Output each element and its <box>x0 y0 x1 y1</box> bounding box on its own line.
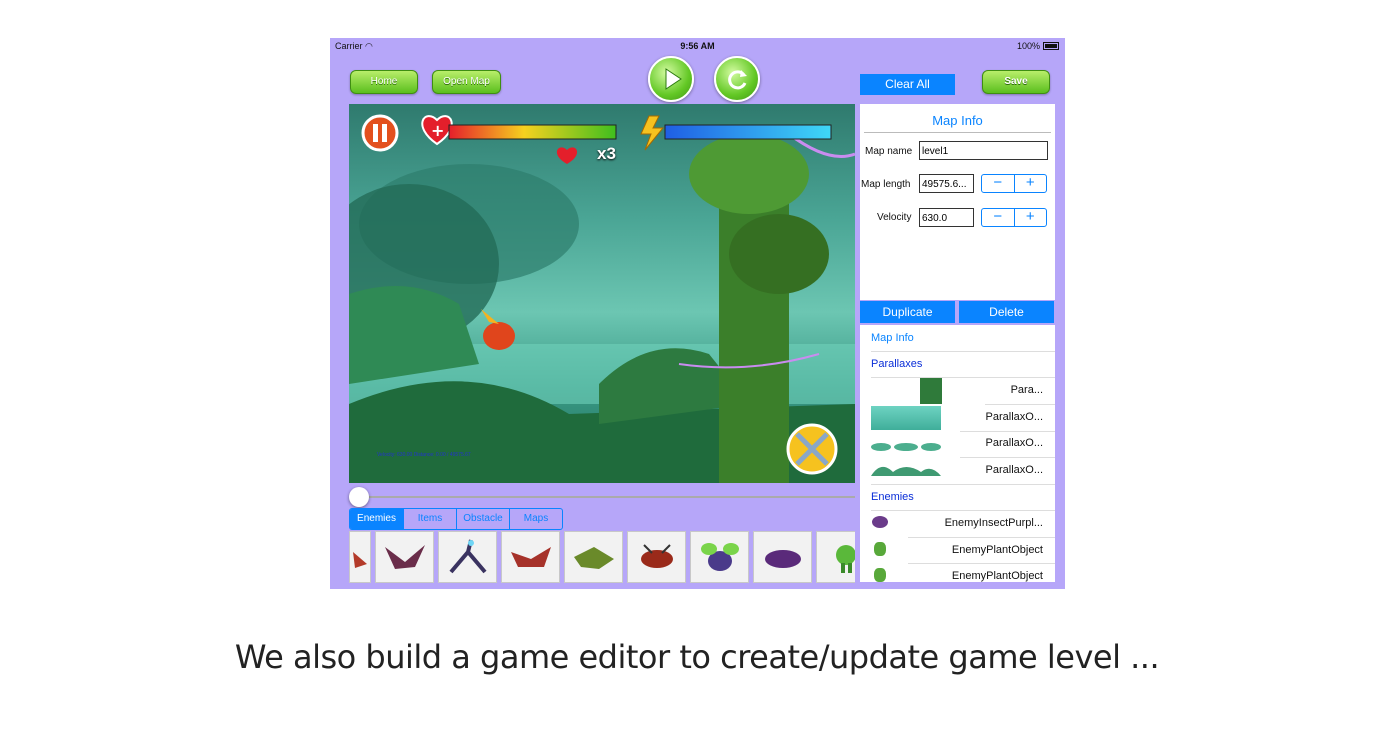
enemy-thumbnail <box>874 542 886 556</box>
tree-item-parallax[interactable]: ParallaxO... <box>986 464 1043 476</box>
svg-text:+: + <box>431 121 444 140</box>
timeline-slider-thumb[interactable] <box>349 487 369 507</box>
decrement-icon[interactable]: − <box>982 209 1015 226</box>
parallax-thumbnail <box>920 378 942 404</box>
tree-item-enemy[interactable]: EnemyPlantObject <box>952 544 1043 556</box>
home-button[interactable]: Home <box>350 70 418 94</box>
palette-item[interactable] <box>690 531 749 583</box>
palette-item[interactable] <box>753 531 812 583</box>
parallax-thumbnail <box>871 406 941 430</box>
save-button[interactable]: Save <box>982 70 1050 94</box>
palette-item[interactable] <box>349 531 371 583</box>
timeline-track <box>360 496 855 498</box>
play-button[interactable] <box>648 56 694 102</box>
palette-item[interactable] <box>564 531 623 583</box>
enemy-thumbnail <box>874 568 886 582</box>
tree-header-enemies: Enemies <box>871 491 914 503</box>
object-tree: Map Info Parallaxes Para... ParallaxO...… <box>860 325 1055 582</box>
life-heart-icon <box>556 147 578 164</box>
delete-button[interactable]: Delete <box>959 301 1054 323</box>
energy-bolt-icon <box>640 115 665 151</box>
tree-item-parallax[interactable]: Para... <box>1011 384 1043 396</box>
increment-icon[interactable]: + <box>1015 175 1047 192</box>
tab-items[interactable]: Items <box>403 509 456 529</box>
map-length-field[interactable]: 49575.6... <box>919 174 974 193</box>
dragon-player <box>483 322 515 350</box>
battery-icon <box>1043 42 1059 50</box>
battery-indicator: 100% <box>1017 41 1059 51</box>
tree-item-enemy[interactable]: EnemyInsectPurpl... <box>945 517 1043 529</box>
map-name-field[interactable]: level1 <box>919 141 1048 160</box>
increment-icon[interactable]: + <box>1015 209 1047 226</box>
parallax-thumbnail <box>871 458 941 476</box>
lives-count: x3 <box>597 144 616 163</box>
map-name-label: Map name <box>865 146 913 157</box>
category-tabs: Enemies Items Obstacle Maps <box>349 508 563 530</box>
tree-item-parallax[interactable]: ParallaxO... <box>986 411 1043 423</box>
restart-button[interactable] <box>714 56 760 102</box>
palette-item[interactable] <box>375 531 434 583</box>
map-info-panel: Map Info Map name level1 Map length 4957… <box>860 104 1055 300</box>
decrement-icon[interactable]: − <box>982 175 1015 192</box>
parallax-thumbnail <box>871 437 941 451</box>
tree-item-parallax[interactable]: ParallaxO... <box>986 437 1043 449</box>
palette-item[interactable] <box>816 531 855 583</box>
tree-item-enemy[interactable]: EnemyPlantObject <box>952 570 1043 582</box>
play-icon <box>665 68 682 90</box>
tree-header-parallaxes: Parallaxes <box>871 358 923 370</box>
velocity-label: Velocity <box>877 212 912 223</box>
game-preview[interactable]: + x3 Velocity: 630.00 Distance: 0.00 / 4… <box>349 104 855 483</box>
velocity-stepper[interactable]: − + <box>981 208 1047 227</box>
clock: 9:56 AM <box>680 41 715 51</box>
map-length-label: Map length <box>861 179 911 190</box>
pause-icon <box>361 114 399 152</box>
ipad-screen: Carrier ◠ 9:56 AM 100% Home Open Map Cle… <box>330 38 1065 589</box>
open-map-button[interactable]: Open Map <box>432 70 501 94</box>
enemy-thumbnail <box>872 516 888 528</box>
palette-item[interactable] <box>501 531 560 583</box>
refresh-icon <box>728 70 747 90</box>
caption-text: We also build a game editor to create/up… <box>234 638 1160 676</box>
palette-item[interactable] <box>438 531 497 583</box>
map-length-stepper[interactable]: − + <box>981 174 1047 193</box>
map-info-title: Map Info <box>864 113 1051 133</box>
tree-item-map-info[interactable]: Map Info <box>871 332 914 344</box>
velocity-field[interactable]: 630.0 <box>919 208 974 227</box>
tab-obstacle[interactable]: Obstacle <box>456 509 509 529</box>
clear-all-button[interactable]: Clear All <box>860 74 955 95</box>
palette-item[interactable] <box>627 531 686 583</box>
tab-enemies[interactable]: Enemies <box>350 509 403 529</box>
object-palette <box>349 531 855 583</box>
tab-maps[interactable]: Maps <box>509 509 562 529</box>
status-bar: Carrier ◠ 9:56 AM 100% <box>330 38 1065 54</box>
velocity-readout: Velocity: 630.00 Distance: 0.00 / 49575.… <box>377 452 471 458</box>
duplicate-button[interactable]: Duplicate <box>860 301 955 323</box>
